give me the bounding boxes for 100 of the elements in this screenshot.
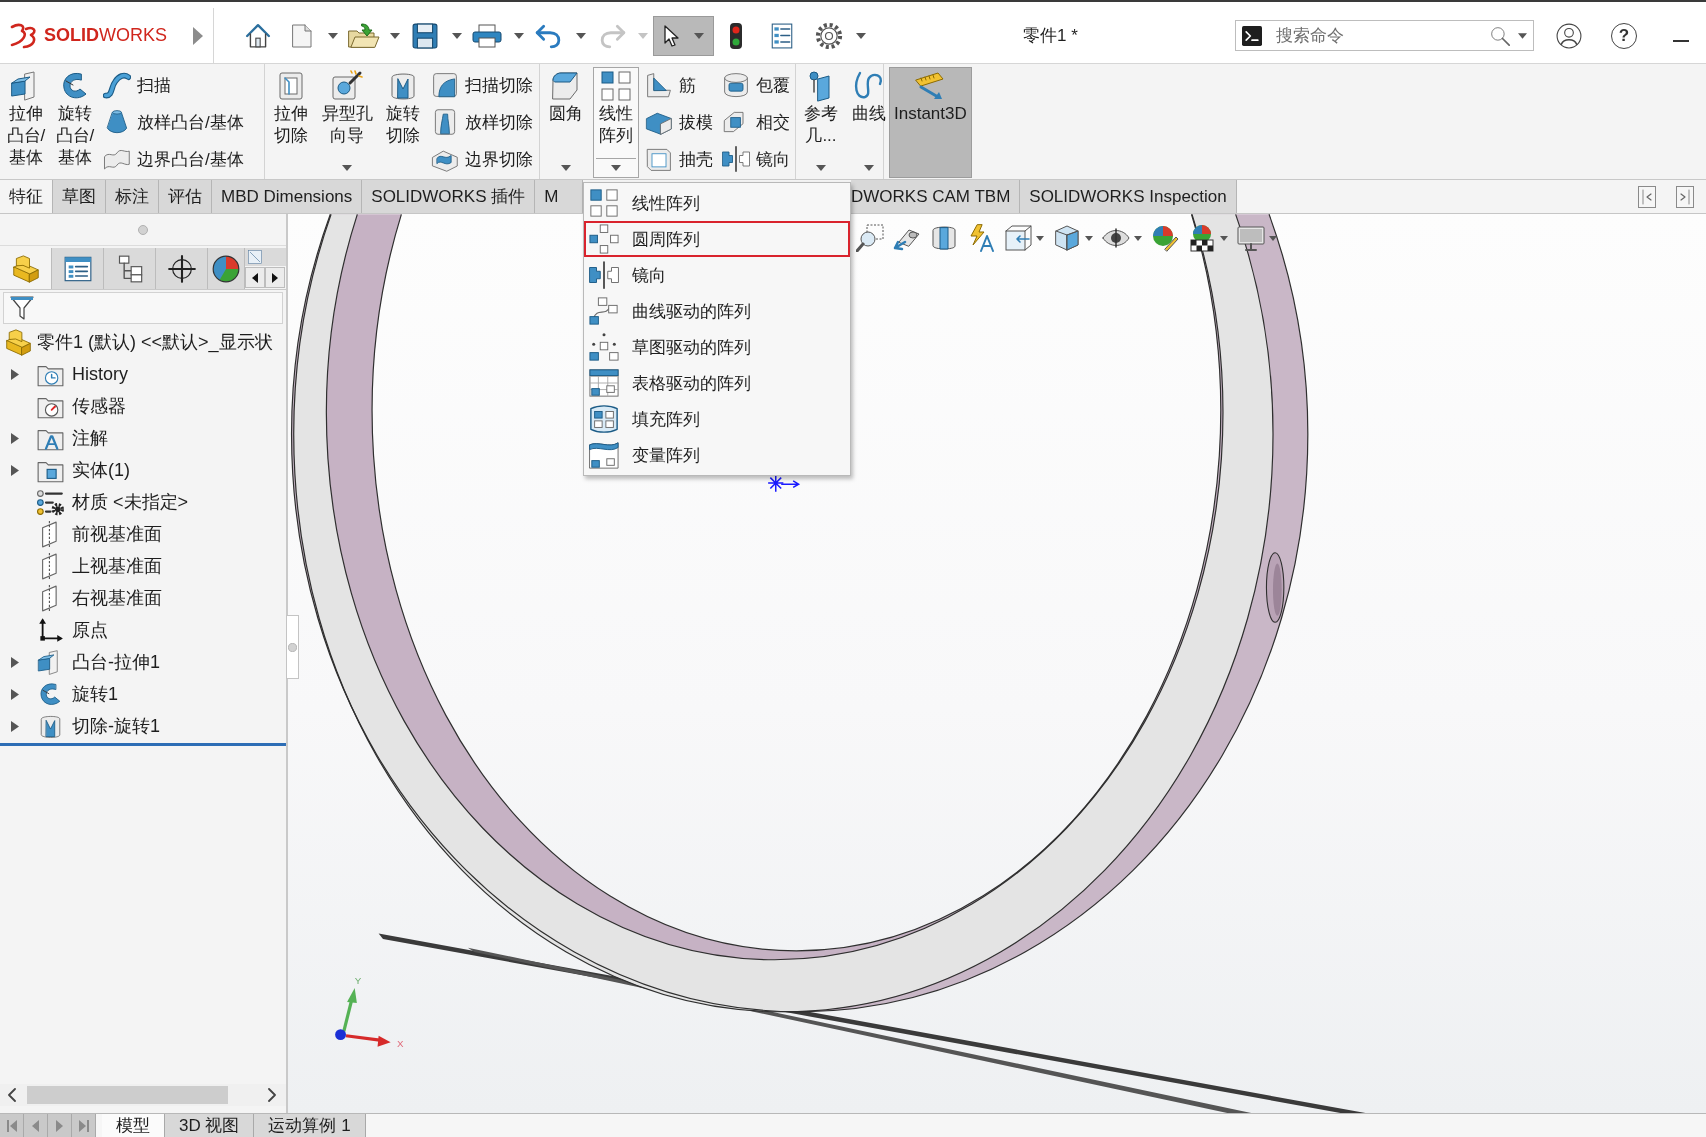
command-button[interactable]: 放样凸台/基体 [101,105,245,139]
section-cylinder-icon[interactable] [930,224,958,252]
caret-icon[interactable] [1220,235,1228,241]
scroll-left-button[interactable] [245,267,265,288]
caret-icon[interactable] [342,165,353,171]
splitter-handle[interactable] [286,615,299,679]
list-document-icon[interactable] [769,22,795,49]
chevron-right-icon[interactable] [268,1088,277,1102]
save-icon[interactable] [412,22,438,49]
magnifier-icon[interactable] [856,224,884,252]
undo-icon[interactable] [535,22,561,49]
caret-icon[interactable] [815,165,826,171]
command-button[interactable]: 镜向 [720,142,791,176]
command-tab[interactable]: 标注 [106,180,159,213]
caret-icon[interactable] [1085,235,1093,241]
axis-triad[interactable] [335,987,391,1047]
origin-marker-icon[interactable] [767,474,801,493]
tree-item[interactable]: 切除-旋转1 [72,714,160,738]
command-button[interactable]: 曲线 [846,67,891,178]
caret-icon[interactable] [856,32,866,39]
command-tab[interactable]: 评估 [159,180,212,213]
caret-icon[interactable] [610,165,621,171]
menu-item[interactable]: 线性阵列 [584,185,850,221]
command-tab[interactable]: MBD Dimensions [212,180,363,213]
tree-item[interactable]: 右视基准面 [72,586,162,610]
traffic-light-icon[interactable] [729,21,743,50]
horizontal-scrollbar[interactable] [0,1084,286,1106]
caret-icon[interactable] [863,165,874,171]
caret-icon[interactable] [576,32,586,39]
tree-item[interactable]: History [72,363,128,385]
color-ball-pencil-icon[interactable] [1151,224,1179,252]
select-button[interactable] [653,15,714,56]
command-button[interactable]: 拉伸凸台/基体 [4,67,48,178]
search-icon[interactable] [1490,25,1510,46]
caret-icon[interactable] [1036,235,1044,241]
menu-item[interactable]: 填充阵列 [584,401,850,437]
caret-icon[interactable] [452,32,462,39]
flyout-arrow-icon[interactable] [192,25,204,46]
tree-item[interactable]: 零件1 (默认) <<默认>_显示状 [37,330,273,354]
menu-item[interactable]: 圆周阵列 [584,221,850,257]
settings-icon[interactable] [815,21,843,50]
caret-icon[interactable] [694,32,704,39]
menu-item[interactable]: 镜向 [584,257,850,293]
monitor-icon[interactable] [1237,224,1265,252]
panel-tab[interactable] [208,248,245,289]
tree-item[interactable]: 旋转1 [72,682,118,706]
caret-icon[interactable] [560,165,571,171]
command-button[interactable]: 拔模 [643,105,714,139]
menu-item[interactable]: 变量阵列 [584,437,850,473]
command-button[interactable]: 放样切除 [430,105,535,139]
command-button[interactable]: 拉伸切除 [269,67,313,178]
command-button[interactable]: 参考几... [799,67,843,178]
home-icon[interactable] [245,22,271,49]
expand-arrow-icon[interactable] [11,688,19,700]
user-icon[interactable] [1556,22,1582,49]
grip-dot-icon[interactable] [138,224,148,235]
command-button[interactable]: Instant3D [889,67,972,178]
tree-item[interactable]: 材质 <未指定> [72,490,189,514]
tree-item[interactable]: 上视基准面 [72,554,162,578]
expand-arrow-icon[interactable] [11,464,19,476]
command-tab[interactable]: 草图 [53,180,106,213]
command-tab[interactable]: SOLIDWORKS 插件 [362,180,536,213]
command-button[interactable]: 圆角 [544,67,588,178]
caret-icon[interactable] [1269,235,1277,241]
chevron-left-icon[interactable] [7,1088,16,1102]
eye-icon[interactable] [1102,228,1130,248]
scrollbar-thumb[interactable] [27,1086,228,1104]
command-button[interactable]: 边界切除 [430,142,535,176]
filter-field[interactable] [3,292,283,324]
expand-arrow-icon[interactable] [11,432,19,444]
blank-page-icon[interactable] [292,23,312,48]
search-input[interactable]: 搜索命令 [1276,23,1490,48]
tree-item[interactable]: 凸台-拉伸1 [72,650,160,674]
command-button[interactable]: 相交 [720,105,791,139]
scroll-right-button[interactable] [265,267,285,288]
menu-item[interactable]: 曲线驱动的阵列 [584,293,850,329]
pane-right-icon[interactable] [1676,185,1694,208]
command-button[interactable]: 异型孔向导 [317,67,377,178]
pane-left-icon[interactable] [1638,185,1656,208]
command-button[interactable]: 旋转切除 [381,67,426,178]
folder-arrow-icon[interactable] [348,22,380,49]
command-button[interactable]: 扫描切除 [430,68,535,102]
caret-icon[interactable] [514,32,524,39]
command-button[interactable]: 边界凸台/基体 [101,142,245,176]
bottom-tab[interactable]: 运动算例 1 [254,1114,366,1137]
tree-item[interactable]: 注解 [72,426,108,450]
command-button[interactable]: 包覆 [720,68,791,102]
command-button[interactable]: 筋 [643,68,714,102]
command-button[interactable]: 扫描 [101,68,245,102]
tree-item[interactable]: 前视基准面 [72,522,162,546]
expand-arrow-icon[interactable] [11,656,19,668]
tree-item[interactable]: 原点 [72,618,108,642]
bottom-tab[interactable]: 模型 [102,1114,165,1137]
panel-tab[interactable] [104,248,156,289]
panel-tab[interactable] [52,248,104,289]
filter-icon[interactable] [10,296,34,320]
terminal-icon[interactable] [1242,25,1262,46]
side-hole[interactable] [1265,552,1285,623]
panel-tab[interactable] [156,248,208,289]
minimize-icon[interactable] [1673,39,1689,42]
